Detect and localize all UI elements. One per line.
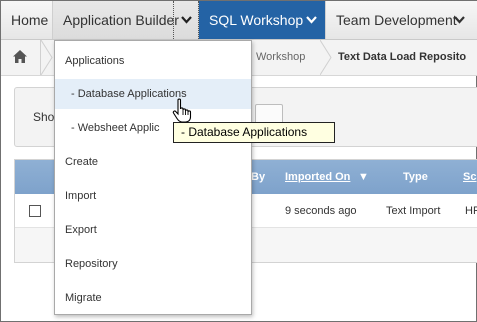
menu-item-create[interactable]: Create [55, 147, 251, 177]
chevron-down-icon[interactable] [173, 1, 199, 39]
tab-home[interactable]: Home [1, 1, 53, 39]
home-icon [13, 50, 27, 63]
menu-item-applications[interactable]: Applications [55, 46, 251, 76]
chevron-down-icon[interactable] [306, 1, 317, 40]
tab-application-builder[interactable]: Application Builder [53, 1, 199, 39]
breadcrumb-workshop[interactable]: Workshop [256, 40, 305, 75]
cell-schema: HF [465, 205, 477, 217]
show-label: Sho [33, 110, 55, 124]
tab-sql-workshop-label: SQL Workshop [209, 12, 304, 28]
application-builder-menu: Applications - Database Applications - W… [54, 40, 252, 315]
breadcrumb-current: Text Data Load Reposito [338, 51, 467, 63]
menu-item-migrate[interactable]: Migrate [55, 283, 251, 313]
chevron-down-icon[interactable] [454, 1, 465, 40]
top-navigation: Home Application Builder SQL Workshop Te… [1, 1, 477, 40]
breadcrumb-separator [320, 40, 332, 75]
header-imported-on[interactable]: Imported On [285, 160, 350, 194]
menu-item-import[interactable]: Import [55, 181, 251, 211]
tab-sql-workshop[interactable]: SQL Workshop [199, 1, 325, 39]
sort-desc-icon: ▼ [358, 171, 369, 183]
breadcrumb-home[interactable] [1, 40, 41, 75]
header-by[interactable]: By [251, 160, 265, 194]
hand-pointer-icon [172, 98, 192, 123]
menu-item-export[interactable]: Export [55, 215, 251, 245]
tab-team-development[interactable]: Team Development [325, 1, 477, 39]
header-type[interactable]: Type [403, 160, 428, 194]
cell-type: Text Import [386, 205, 441, 217]
header-schema[interactable]: Sc [463, 160, 476, 194]
tab-application-builder-label: Application Builder [63, 12, 179, 28]
cell-imported-on: 9 seconds ago [285, 205, 357, 217]
menu-item-repository[interactable]: Repository [55, 249, 251, 279]
tab-home-label: Home [11, 12, 49, 28]
tab-team-development-label: Team Development [336, 12, 457, 28]
tooltip: - Database Applications [173, 122, 335, 143]
breadcrumb-separator [41, 40, 53, 75]
row-checkbox[interactable] [29, 205, 41, 217]
menu-item-database-applications[interactable]: - Database Applications [55, 79, 251, 109]
